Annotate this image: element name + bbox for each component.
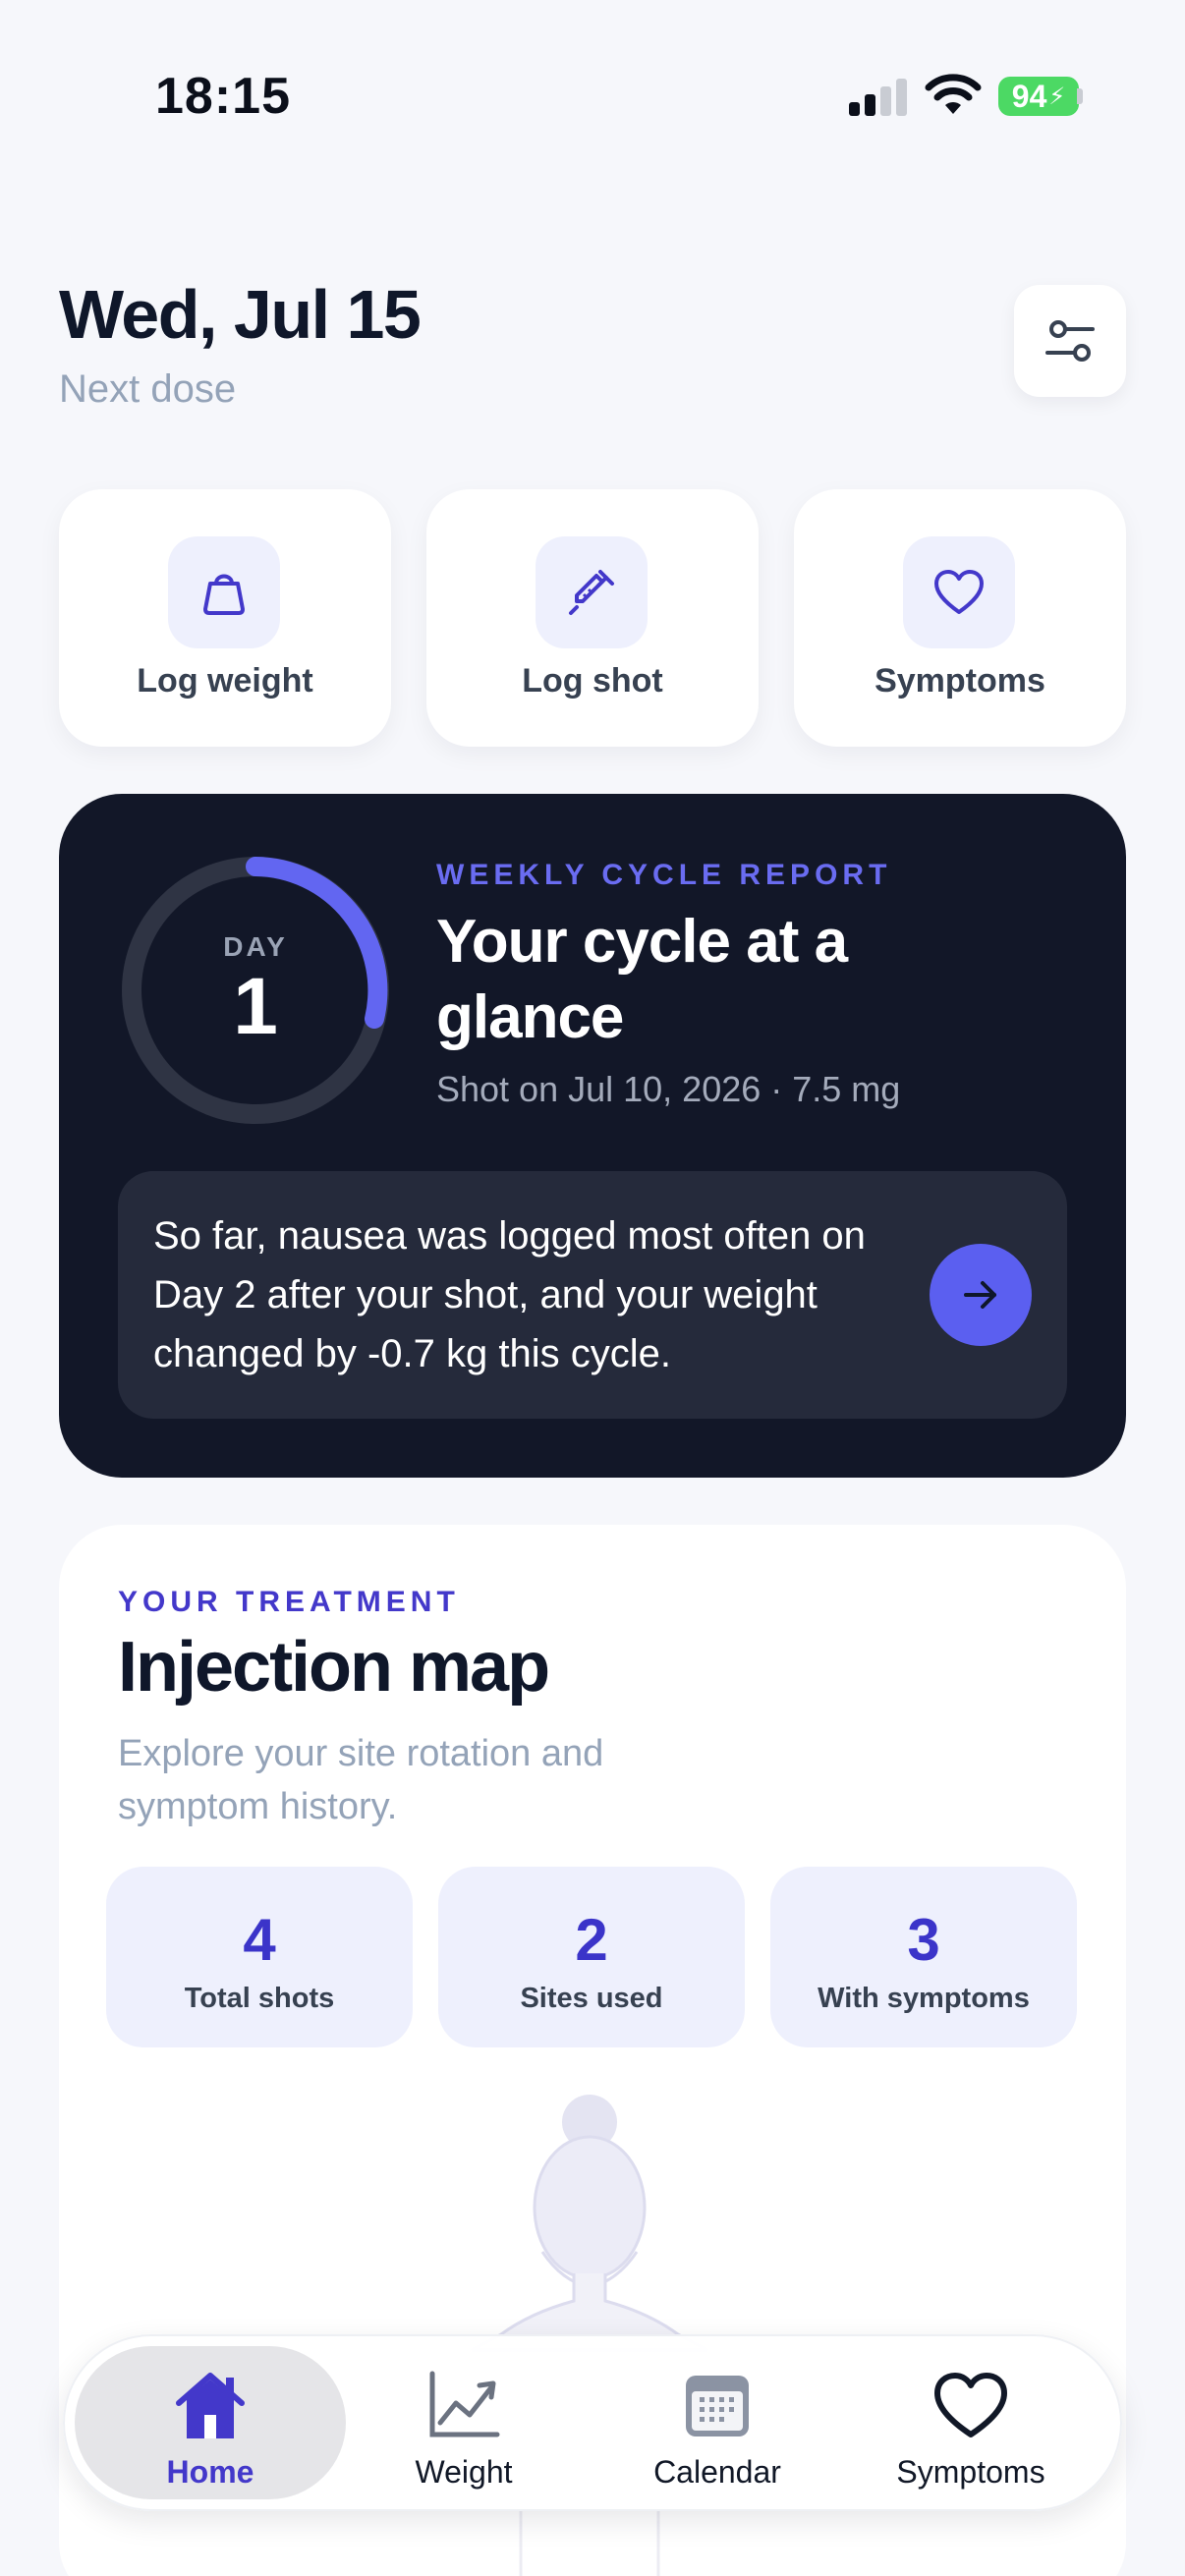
cycle-day-label: DAY: [223, 931, 288, 962]
page-title: Wed, Jul 15: [59, 276, 422, 353]
status-bar: 18:15 94 ⚡: [0, 0, 1185, 196]
stat-sites-used: 2 Sites used: [438, 1867, 745, 2047]
stat-total-shots: 4 Total shots: [106, 1867, 413, 2047]
report-title: Your cycle at a glance: [436, 908, 848, 1051]
symptoms-icon-wrap: [903, 536, 1015, 648]
log-shot-label: Log shot: [522, 662, 663, 700]
weekly-cycle-report-card[interactable]: DAY 1 WEEKLY CYCLE REPORT Your cycle at …: [59, 794, 1126, 1478]
symptoms-button[interactable]: Symptoms: [794, 489, 1126, 747]
tab-label: Weight: [415, 2454, 513, 2490]
treatment-title: Injection map: [118, 1628, 550, 1707]
symptoms-label: Symptoms: [875, 662, 1045, 700]
report-insight[interactable]: So far, nausea was logged most often on …: [118, 1171, 1067, 1419]
battery-cap: [1077, 88, 1083, 104]
tab-label: Home: [166, 2454, 254, 2490]
log-weight-icon-wrap: [168, 536, 280, 648]
tab-home[interactable]: Home: [75, 2346, 346, 2499]
stat-label: With symptoms: [818, 1983, 1030, 2014]
heart-icon: [934, 2373, 1007, 2437]
battery-indicator: 94 ⚡: [998, 77, 1079, 116]
stat-value: 2: [575, 1907, 608, 1973]
tab-calendar[interactable]: Calendar: [582, 2346, 853, 2499]
status-time: 18:15: [155, 68, 291, 125]
filter-button[interactable]: [1014, 285, 1126, 397]
log-shot-icon-wrap: [536, 536, 648, 648]
chart-icon: [429, 2371, 500, 2437]
bottom-tab-bar: Home Weight Calendar Symptoms: [63, 2334, 1122, 2511]
tab-weight[interactable]: Weight: [328, 2346, 599, 2499]
battery-level: 94: [1011, 78, 1047, 114]
syringe-icon: [569, 570, 614, 615]
log-weight-label: Log weight: [137, 662, 313, 700]
treatment-eyebrow: YOUR TREATMENT: [118, 1586, 460, 1618]
log-weight-button[interactable]: Log weight: [59, 489, 391, 747]
tab-symptoms[interactable]: Symptoms: [835, 2346, 1106, 2499]
insight-text: So far, nausea was logged most often on …: [153, 1214, 866, 1375]
calendar-icon: [686, 2376, 749, 2436]
heart-icon: [934, 570, 984, 614]
report-subtitle: Shot on Jul 10, 2026 · 7.5 mg: [436, 1069, 901, 1109]
report-eyebrow: WEEKLY CYCLE REPORT: [436, 859, 892, 891]
charging-bolt-icon: ⚡: [1048, 83, 1066, 110]
home-icon: [176, 2373, 245, 2438]
cycle-day-number: 1: [233, 962, 278, 1051]
next-dose-subtitle: Next dose: [59, 367, 237, 411]
arrow-right-icon: [964, 1281, 996, 1309]
log-shot-button[interactable]: Log shot: [426, 489, 759, 747]
stat-value: 4: [243, 1907, 276, 1973]
stat-label: Total shots: [184, 1983, 335, 2014]
stat-value: 3: [907, 1907, 940, 1973]
tab-label: Symptoms: [896, 2454, 1045, 2490]
stat-label: Sites used: [520, 1983, 663, 2014]
kettlebell-icon: [203, 574, 245, 615]
open-report-button[interactable]: [930, 1244, 1032, 1346]
tab-label: Calendar: [653, 2454, 781, 2490]
sliders-icon: [1045, 320, 1095, 362]
wifi-icon: [925, 74, 982, 114]
stat-with-symptoms: 3 With symptoms: [770, 1867, 1077, 2047]
cellular-signal-icon: [849, 79, 907, 116]
treatment-description: Explore your site rotation and symptom h…: [118, 1733, 604, 1827]
